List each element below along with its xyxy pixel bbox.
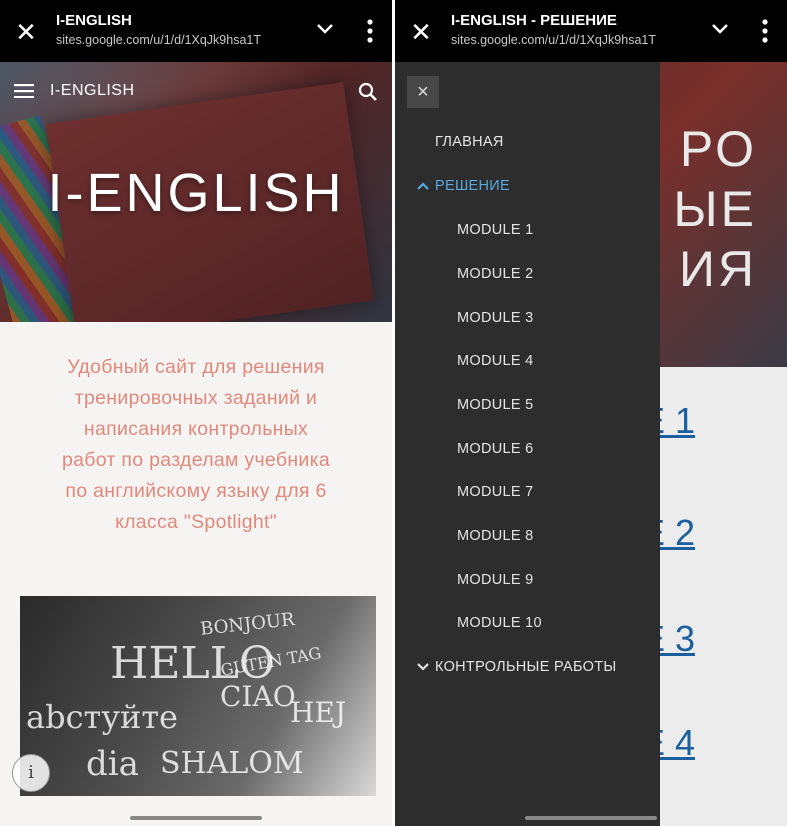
tab-url: sites.google.com/u/1/d/1XqJk9hsa1T	[56, 33, 261, 47]
nav-item-module[interactable]: MODULE 10	[457, 615, 542, 631]
hamburger-menu-icon[interactable]	[14, 84, 34, 98]
tab-title: I-ENGLISH - РЕШЕНИЕ	[451, 12, 617, 29]
nav-item-module[interactable]: MODULE 6	[457, 441, 534, 457]
navigation-drawer: × ГЛАВНАЯ РЕШЕНИЕ MODULE 1 MODULE 2 MODU…	[395, 62, 660, 826]
intro-line: работ по разделам учебника	[61, 449, 331, 471]
hero-title: I-ENGLISH	[47, 163, 345, 223]
nav-item-module[interactable]: MODULE 3	[457, 310, 534, 326]
home-indicator	[525, 816, 657, 820]
chalk-word: abcтуйте	[26, 698, 178, 736]
close-drawer-icon[interactable]: ×	[407, 76, 439, 108]
intro-line: по английскому языку для 6	[65, 480, 327, 502]
nav-item-tests[interactable]: КОНТРОЛЬНЫЕ РАБОТЫ	[417, 659, 617, 675]
hero-text-fragment: ЫЕ	[673, 181, 757, 237]
intro-line: класса "Spotlight"	[115, 511, 277, 533]
chalk-word: HEJ	[290, 696, 347, 729]
right-phone-screen: ✕ I-ENGLISH - РЕШЕНИЕ sites.google.com/u…	[395, 0, 787, 826]
browser-toolbar: ✕ I-ENGLISH - РЕШЕНИЕ sites.google.com/u…	[395, 0, 787, 62]
close-icon[interactable]: ✕	[407, 18, 435, 46]
left-phone-screen: ✕ I-ENGLISH sites.google.com/u/1/d/1XqJk…	[0, 0, 392, 826]
chevron-down-icon[interactable]	[316, 22, 334, 36]
nav-item-module[interactable]: MODULE 4	[457, 353, 534, 369]
site-name[interactable]: I-ENGLISH	[50, 82, 135, 100]
nav-item-module[interactable]: MODULE 2	[457, 266, 534, 282]
chevron-up-icon[interactable]	[417, 182, 429, 190]
chalkboard-image: BONJOUR HELLO GUTEN TAG CIAO HEJ abcтуйт…	[20, 596, 376, 796]
tab-title: I-ENGLISH	[56, 12, 132, 29]
nav-item-solutions[interactable]: РЕШЕНИЕ	[417, 178, 510, 194]
nav-item-module[interactable]: MODULE 5	[457, 397, 534, 413]
chalk-word: dia	[86, 744, 139, 784]
intro-section: Удобный сайт для решения тренировочных з…	[0, 322, 392, 826]
chevron-down-icon[interactable]	[417, 663, 429, 671]
hero-banner: I-ENGLISH I-ENGLISH	[0, 62, 392, 322]
chevron-down-icon[interactable]	[711, 22, 729, 36]
intro-line: тренировочных заданий и	[74, 387, 318, 409]
more-options-icon[interactable]	[366, 18, 374, 44]
intro-line: Удобный сайт для решения	[67, 356, 325, 378]
nav-item-module[interactable]: MODULE 9	[457, 572, 534, 588]
tab-url: sites.google.com/u/1/d/1XqJk9hsa1T	[451, 33, 656, 47]
hero-text-fragment: РО	[679, 121, 757, 177]
nav-item-module[interactable]: MODULE 1	[457, 222, 534, 238]
info-icon[interactable]: i	[12, 754, 50, 792]
search-icon[interactable]	[358, 82, 378, 102]
hero-text-fragment: ИЯ	[678, 241, 757, 297]
intro-text: Удобный сайт для решения тренировочных з…	[20, 352, 372, 538]
chalk-word: CIAO	[220, 680, 296, 713]
home-indicator	[130, 816, 262, 820]
nav-item-label: КОНТРОЛЬНЫЕ РАБОТЫ	[435, 659, 617, 675]
nav-item-module[interactable]: MODULE 7	[457, 484, 534, 500]
chalk-word: BONJOUR	[199, 609, 296, 640]
browser-toolbar: ✕ I-ENGLISH sites.google.com/u/1/d/1XqJk…	[0, 0, 392, 62]
chalk-word: SHALOM	[160, 746, 304, 781]
nav-item-label: РЕШЕНИЕ	[435, 178, 510, 194]
nav-item-module[interactable]: MODULE 8	[457, 528, 534, 544]
close-icon[interactable]: ✕	[12, 18, 40, 46]
more-options-icon[interactable]	[761, 18, 769, 44]
intro-line: написания контрольных	[83, 418, 309, 440]
nav-item-home[interactable]: ГЛАВНАЯ	[435, 134, 504, 150]
